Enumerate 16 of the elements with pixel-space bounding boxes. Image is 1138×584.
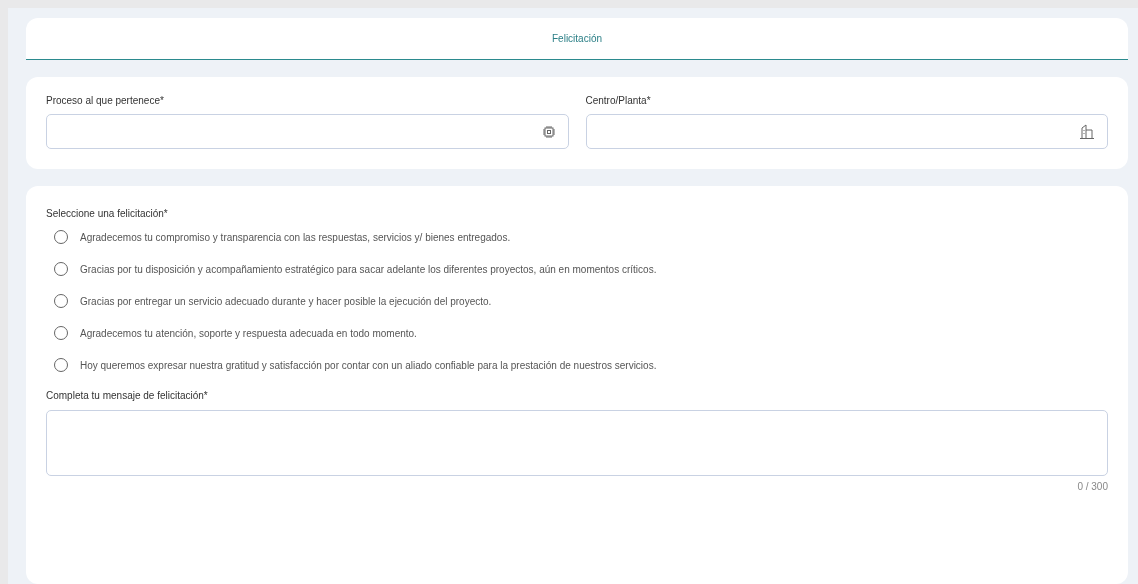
- field-label: Centro/Planta*: [585, 95, 652, 106]
- option-text: Agradecemos tu atención, soporte y respuesta adecuada en todo momento.: [80, 327, 417, 339]
- input-field[interactable]: [585, 114, 1108, 149]
- input-field[interactable]: [46, 114, 569, 149]
- form-title: Felicitación: [552, 33, 602, 44]
- options-label: Seleccione una felicitación*: [46, 208, 168, 219]
- option-text: Gracias por tu disposición y acompañamiento estratégico para sacar adelante los diferentes proyectos, aún en momentos críticos.: [80, 263, 657, 275]
- message-field[interactable]: [46, 410, 1108, 476]
- option-text: Gracias por entregar un servicio adecuado durante y hacer posible la ejecución del proyecto.: [80, 295, 492, 307]
- chip-icon: [541, 124, 556, 139]
- option-text: Hoy queremos expresar nuestra gratitud y satisfacción por contar con un aliado confiable para la prestación de nuestros servicios.: [80, 359, 657, 371]
- character-counter: 0 / 300: [1076, 481, 1108, 492]
- option-text: Agradecemos tu compromiso y transparencia con las respuestas, servicios y/ bienes entregados.: [80, 231, 511, 243]
- message-label: Completa tu mensaje de felicitación*: [46, 390, 208, 401]
- field-label: Proceso al que pertenece*: [46, 95, 165, 106]
- building-icon: [1079, 124, 1095, 139]
